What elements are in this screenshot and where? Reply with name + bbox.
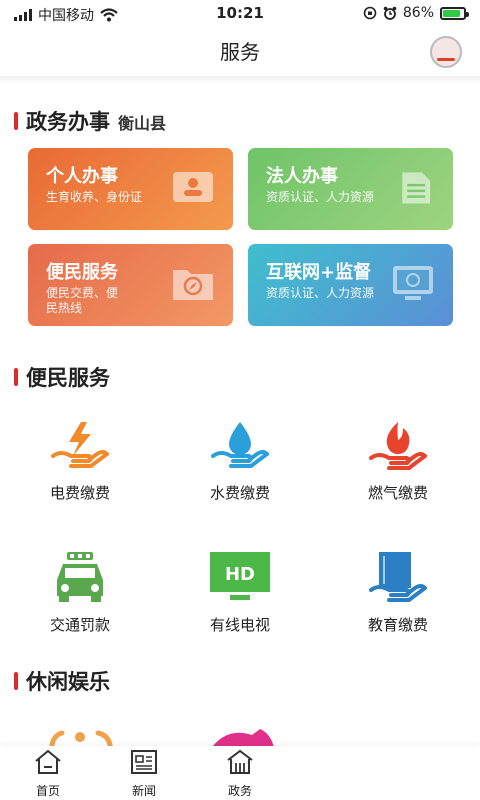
card-title: 个人办事 [46,166,118,187]
book-icon [369,552,427,602]
battery-fill [443,9,461,17]
svg-text:HD: HD [225,564,255,585]
service-section-title: 便民服务 [26,366,110,390]
service-water[interactable]: 水费缴费 [170,420,310,503]
section-marker [14,112,18,130]
card-desc: 生育收养、身份证 [46,190,143,204]
section-marker [14,368,18,386]
card-desc: 资质认证、人力资源 [266,286,375,300]
section-marker [14,672,18,690]
tab-label: 政务 [227,784,252,798]
tab-news[interactable]: 新闻 [114,748,174,799]
service-label: 燃气缴费 [367,484,428,502]
card-convenience-service[interactable]: 便民服务 便民交费、便民热线 [28,244,233,326]
page-title: 服务 [220,40,260,64]
card-desc: 资质认证、人力资源 [266,190,375,204]
tab-label: 首页 [35,784,60,798]
government-icon [227,749,253,774]
card-desc: 便民交费、便民热线 [46,286,119,315]
tab-home[interactable]: 首页 [18,748,78,799]
electricity-icon [51,422,109,468]
orientation-lock-icon [363,6,377,20]
leisure-section-header: 休闲娱乐 [14,666,110,696]
service-label: 有线电视 [209,616,270,634]
id-card-icon [173,172,213,202]
header-divider [0,76,480,84]
battery-percent: 86% [402,5,434,21]
status-bar: 中国移动 10:21 86% [0,0,480,28]
service-cable-tv[interactable]: HD 有线电视 [170,550,310,635]
hd-tv-icon: HD [210,552,270,600]
water-icon [211,422,269,468]
tab-government[interactable]: 政务 [210,748,270,799]
card-internet-supervision[interactable]: 互联网+监督 资质认证、人力资源 [248,244,453,326]
leisure-section-title: 休闲娱乐 [26,670,110,694]
bottom-tab-bar: 首页 新闻 政务 [0,746,480,800]
leisure-item-2-icon[interactable] [208,725,278,747]
news-icon [131,750,157,774]
service-label: 交通罚款 [49,616,110,634]
alarm-icon [383,6,397,20]
home-icon [35,749,61,774]
location-label[interactable]: 衡山县 [118,110,166,134]
compass-folder-icon [173,270,213,300]
service-section-header: 便民服务 [14,362,110,392]
gas-flame-icon [369,422,427,470]
document-icon [402,172,431,204]
card-personal-affairs[interactable]: 个人办事 生育收养、身份证 [28,148,233,230]
service-traffic-fine[interactable]: 交通罚款 [10,550,150,635]
service-label: 教育缴费 [367,616,428,634]
service-gas[interactable]: 燃气缴费 [328,420,468,503]
gov-section-header: 政务办事 衡山县 [14,106,166,136]
service-label: 水费缴费 [209,484,270,502]
battery-icon [440,6,469,20]
card-title: 法人办事 [266,166,338,187]
tab-label: 新闻 [131,784,156,798]
avatar[interactable] [430,36,462,68]
gov-section-title: 政务办事 [26,110,110,134]
car-icon [57,552,103,602]
service-electricity[interactable]: 电费缴费 [10,420,150,503]
service-education[interactable]: 教育缴费 [328,550,468,635]
card-title: 便民服务 [46,262,118,283]
service-label: 电费缴费 [49,484,110,502]
monitor-icon [393,266,433,300]
status-right: 86% [363,5,469,21]
card-legal-affairs[interactable]: 法人办事 资质认证、人力资源 [248,148,453,230]
leisure-item-1-icon[interactable] [48,725,118,747]
app-header: 服务 [0,28,480,76]
card-title: 互联网+监督 [266,262,372,283]
